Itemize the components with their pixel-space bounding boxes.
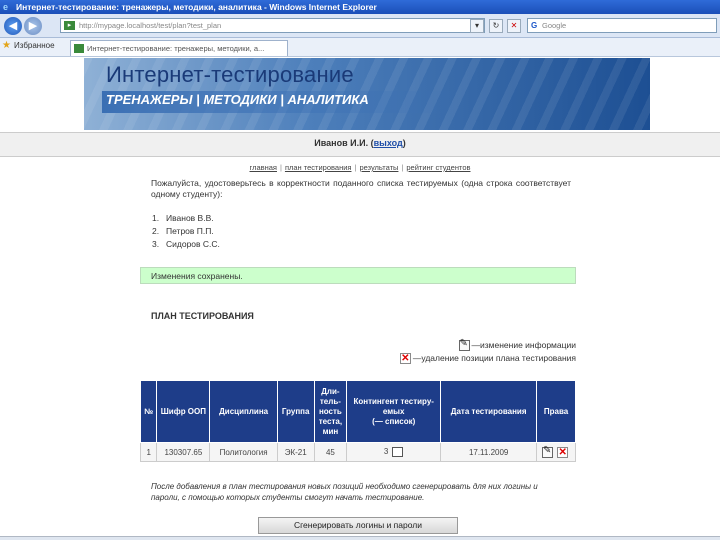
main-menu: главная | план тестирования | результаты | рей…	[249, 163, 471, 172]
google-icon: G	[531, 21, 538, 30]
col-num: №	[139, 380, 158, 443]
table-row: 1 130307.65 Политология ЭК-21 45 3 17.11…	[139, 442, 576, 462]
logout-link[interactable]: выход	[374, 138, 403, 148]
student-name: Сидоров С.С.	[166, 239, 220, 249]
col-contingent-note: (— список)	[372, 416, 416, 426]
favorites-bar: ★ Избранное Интернет-тестирование: трена…	[0, 38, 720, 57]
col-group: Группа	[276, 380, 315, 443]
tab-title: Интернет-тестирование: тренажеры, методи…	[87, 44, 265, 53]
search-input[interactable]: G Google	[527, 18, 717, 33]
refresh-icon[interactable]: ↻	[489, 19, 503, 33]
student-name: Петров П.П.	[166, 226, 214, 236]
student-num: 3.	[152, 239, 160, 249]
edit-icon	[458, 338, 470, 352]
favorites-button[interactable]: ★ Избранное	[2, 40, 55, 51]
back-button[interactable]: ◀	[4, 17, 22, 35]
forward-button[interactable]: ▶	[24, 17, 42, 35]
contingent-count: 3	[383, 447, 389, 457]
cell-num: 1	[139, 442, 158, 462]
col-contingent-label: Контингент тестиру-емых	[353, 396, 434, 416]
plan-table: № Шифр ООП Дисциплина Группа Дли-тель-но…	[139, 380, 576, 462]
menu-item-home[interactable]: главная	[250, 163, 277, 172]
cell-code: 130307.65	[156, 442, 211, 462]
list-item: 1. Иванов В.В.	[152, 212, 220, 225]
search-placeholder: Google	[542, 21, 567, 30]
delete-row-icon[interactable]: ✕	[557, 446, 569, 458]
list-icon[interactable]	[391, 447, 403, 457]
col-duration: Дли-тель-ность теста, мин	[313, 380, 348, 443]
cell-date: 17.11.2009	[440, 442, 538, 462]
address-bar[interactable]: ▸ http://mypage.localhost/test/plan?test…	[60, 18, 485, 33]
cell-contingent: 3	[346, 442, 442, 462]
star-icon: ★	[2, 40, 11, 51]
legend-delete-label: удаление позиции плана тестирования	[421, 353, 576, 363]
edit-row-icon[interactable]	[541, 445, 553, 458]
student-list: 1. Иванов В.В. 2. Петров П.П. 3. Сидоров С.…	[152, 212, 220, 251]
dropdown-icon[interactable]: ▾	[470, 19, 484, 33]
saved-message: Изменения сохранены.	[140, 267, 576, 284]
cell-discipline: Политология	[209, 442, 278, 462]
tab-page-icon	[74, 44, 84, 53]
menu-item-test-plan[interactable]: план тестирования	[285, 163, 352, 172]
ie-icon: e	[3, 2, 9, 12]
cell-group: ЭК-21	[276, 442, 315, 462]
legend-delete: ✕ —удаление позиции плана тестирования	[399, 353, 576, 365]
table-header-row: № Шифр ООП Дисциплина Группа Дли-тель-но…	[139, 380, 576, 443]
legend-edit-label: изменение информации	[480, 340, 576, 350]
window-title: Интернет-тестирование: тренажеры, методи…	[16, 2, 377, 12]
generate-logins-button[interactable]: Сгенерировать логины и пароли	[258, 517, 458, 534]
col-contingent: Контингент тестиру-емых (— список)	[346, 380, 442, 443]
student-name: Иванов В.В.	[166, 213, 214, 223]
legend-edit: —изменение информации	[458, 338, 576, 352]
cell-duration: 45	[313, 442, 348, 462]
favorites-label: Избранное	[14, 41, 55, 50]
col-code: Шифр ООП	[156, 380, 211, 443]
cell-rights: ✕	[536, 442, 576, 462]
menu-item-results[interactable]: результаты	[359, 163, 398, 172]
user-info: Иванов И.И. (выход)	[314, 138, 406, 148]
student-num: 2.	[152, 226, 160, 236]
student-num: 1.	[152, 213, 160, 223]
browser-tab[interactable]: Интернет-тестирование: тренажеры, методи…	[70, 40, 288, 56]
col-date: Дата тестирования	[440, 380, 538, 443]
page-icon: ▸	[64, 21, 75, 30]
plan-title: ПЛАН ТЕСТИРОВАНИЯ	[151, 311, 254, 321]
list-item: 2. Петров П.П.	[152, 225, 220, 238]
address-text: http://mypage.localhost/test/plan?test_p…	[79, 21, 222, 30]
status-bar	[0, 536, 720, 540]
banner-title: Интернет-тестирование	[106, 62, 354, 87]
generate-note: После добавления в план тестирования нов…	[151, 482, 538, 502]
delete-icon: ✕	[399, 353, 411, 365]
list-item: 3. Сидоров С.С.	[152, 238, 220, 251]
site-banner: Интернет-тестирование ТРЕНАЖЕРЫ | МЕТОДИ…	[84, 58, 650, 130]
col-discipline: Дисциплина	[209, 380, 278, 443]
banner-subtitle: ТРЕНАЖЕРЫ | МЕТОДИКИ | АНАЛИТИКА	[106, 92, 369, 107]
user-name: Иванов И.И.	[314, 138, 369, 148]
browser-toolbar: ◀ ▶ ▸ http://mypage.localhost/test/plan?…	[0, 14, 720, 38]
menu-item-rating[interactable]: рейтинг студентов	[406, 163, 470, 172]
window-titlebar: e Интернет-тестирование: тренажеры, мето…	[0, 0, 720, 14]
col-rights: Права	[536, 380, 576, 443]
confirm-text: Пожалуйста, удостоверьтесь в корректност…	[151, 178, 571, 199]
stop-icon[interactable]: ✕	[507, 19, 521, 33]
